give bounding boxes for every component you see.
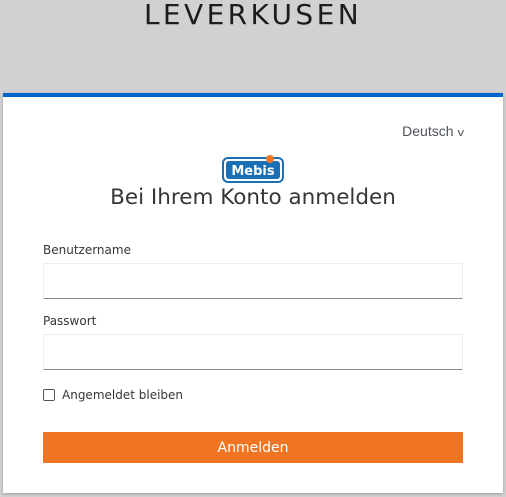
username-input[interactable] — [43, 263, 463, 299]
logo-text: Mebis — [231, 164, 275, 179]
login-card: Deutsch v Mebis Bei Ihrem Konto anmelden … — [3, 93, 503, 493]
language-switcher[interactable]: Deutsch v — [402, 123, 463, 139]
remember-me-checkbox[interactable] — [43, 389, 55, 401]
mebis-logo: Mebis — [222, 155, 284, 183]
remember-me[interactable]: Angemeldet bleiben — [43, 387, 183, 403]
password-input[interactable] — [43, 334, 463, 370]
remember-me-label[interactable]: Angemeldet bleiben — [62, 388, 183, 402]
username-label: Benutzername — [43, 243, 131, 257]
password-label: Passwort — [43, 314, 97, 328]
realm-title: LEVERKUSEN — [143, 0, 363, 31]
page-title: Bei Ihrem Konto anmelden — [110, 185, 396, 210]
language-label: Deutsch — [402, 123, 454, 139]
login-button[interactable]: Anmelden — [43, 432, 463, 463]
realm-header: LEVERKUSEN — [0, 0, 506, 93]
chevron-down-icon: v — [456, 127, 464, 139]
